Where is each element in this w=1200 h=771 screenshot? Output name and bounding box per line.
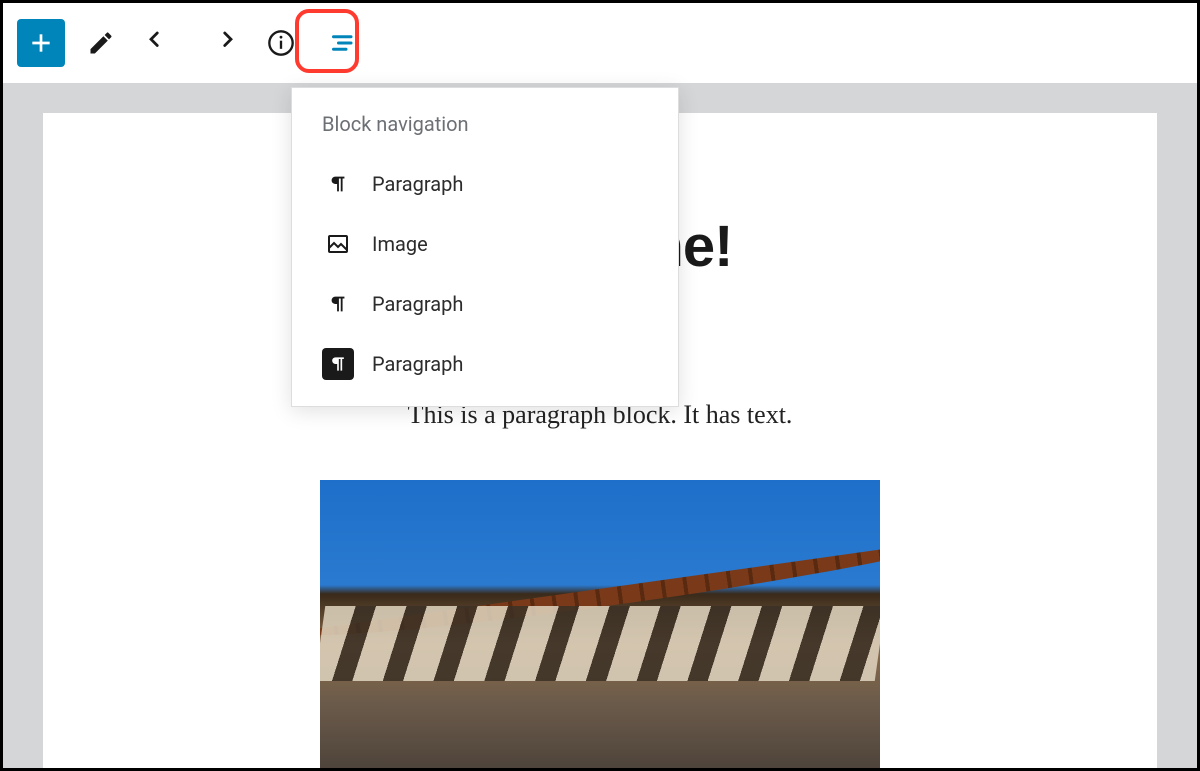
outline-icon bbox=[326, 28, 356, 58]
block-nav-item-paragraph-selected[interactable]: Paragraph bbox=[292, 334, 678, 394]
paragraph-icon bbox=[322, 348, 354, 380]
redo-button[interactable] bbox=[197, 19, 245, 67]
info-icon bbox=[267, 29, 295, 57]
undo-icon bbox=[146, 28, 176, 58]
add-block-button[interactable] bbox=[17, 19, 65, 67]
paragraph-icon bbox=[322, 168, 354, 200]
info-button[interactable] bbox=[257, 19, 305, 67]
block-nav-item-label: Image bbox=[372, 232, 428, 256]
block-navigation-button[interactable] bbox=[317, 19, 365, 67]
edit-button[interactable] bbox=[77, 19, 125, 67]
paragraph-icon bbox=[322, 288, 354, 320]
block-navigation-dropdown: Block navigation Paragraph Image Paragra… bbox=[291, 87, 679, 407]
editor-toolbar bbox=[3, 3, 1197, 83]
plus-icon bbox=[28, 30, 54, 56]
image-icon bbox=[322, 228, 354, 260]
block-nav-item-paragraph[interactable]: Paragraph bbox=[292, 274, 678, 334]
image-wall-detail bbox=[320, 606, 880, 681]
image-block[interactable] bbox=[320, 480, 880, 768]
block-nav-item-image[interactable]: Image bbox=[292, 214, 678, 274]
block-nav-item-paragraph[interactable]: Paragraph bbox=[292, 154, 678, 214]
pencil-icon bbox=[87, 29, 115, 57]
undo-button[interactable] bbox=[137, 19, 185, 67]
block-nav-item-label: Paragraph bbox=[372, 172, 463, 196]
redo-icon bbox=[206, 28, 236, 58]
block-nav-item-label: Paragraph bbox=[372, 292, 463, 316]
dropdown-title: Block navigation bbox=[292, 112, 678, 154]
block-nav-item-label: Paragraph bbox=[372, 352, 463, 376]
